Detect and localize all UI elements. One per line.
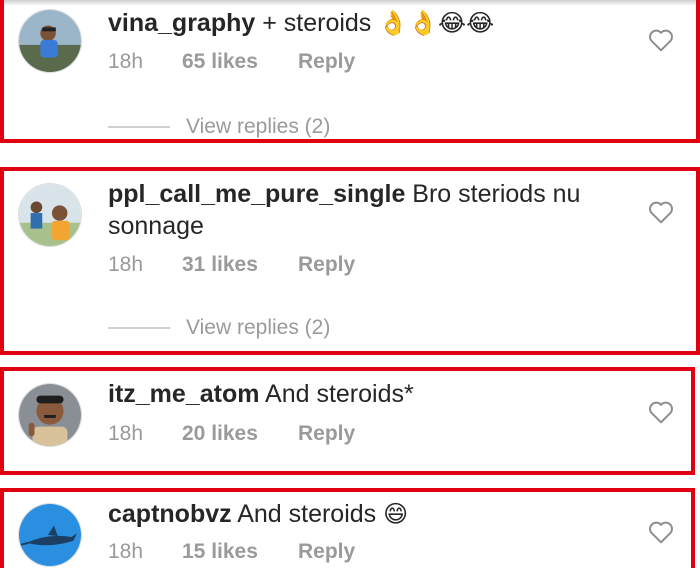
emoji-group: 😄 <box>383 501 409 529</box>
view-replies-label[interactable]: View replies (2) <box>186 316 330 340</box>
comment-meta: 18h 31 likes Reply <box>108 253 355 277</box>
heart-outline-icon[interactable] <box>648 400 674 424</box>
avatar-image <box>19 504 81 566</box>
replies-divider <box>108 126 170 128</box>
comment-meta: 18h 65 likes Reply <box>108 50 355 74</box>
replies-divider <box>108 327 170 329</box>
avatar-captnobvz[interactable] <box>18 503 82 567</box>
comment-text: itz_me_atom And steroids* <box>108 378 628 410</box>
comment-body: And steroids* <box>259 380 414 408</box>
timestamp: 18h <box>108 422 144 445</box>
reply-button[interactable]: Reply <box>298 540 355 564</box>
reply-button[interactable]: Reply <box>298 253 355 277</box>
likes-count[interactable]: 31 likes <box>182 253 298 277</box>
avatar-image <box>19 10 81 72</box>
avatar-vina-graphy[interactable] <box>18 9 82 73</box>
timestamp: 18h <box>108 540 144 563</box>
likes-count[interactable]: 65 likes <box>182 50 298 74</box>
avatar-image <box>19 384 81 446</box>
comment-body: + steroids <box>255 9 372 37</box>
view-replies[interactable]: View replies (2) <box>108 115 330 139</box>
avatar-ppl-call-me-pure-single[interactable] <box>18 183 82 247</box>
timestamp: 18h <box>108 253 144 276</box>
username[interactable]: ppl_call_me_pure_single <box>108 180 405 208</box>
comment-text: vina_graphy + steroids 👌👌😂😂 <box>108 7 628 40</box>
avatar-image <box>19 184 81 246</box>
likes-count[interactable]: 20 likes <box>182 422 298 446</box>
comment-text: captnobvz And steroids 😄 <box>108 498 628 531</box>
heart-outline-icon[interactable] <box>648 28 674 52</box>
view-replies-label[interactable]: View replies (2) <box>186 115 330 139</box>
comment-meta: 18h 20 likes Reply <box>108 422 355 446</box>
heart-outline-icon[interactable] <box>648 520 674 544</box>
comment-body: And steroids <box>231 500 377 528</box>
timestamp: 18h <box>108 50 144 73</box>
likes-count[interactable]: 15 likes <box>182 540 298 564</box>
reply-button[interactable]: Reply <box>298 50 355 74</box>
reply-button[interactable]: Reply <box>298 422 355 446</box>
emoji-group: 👌👌😂😂 <box>378 10 495 38</box>
username[interactable]: vina_graphy <box>108 9 255 37</box>
comment-text: ppl_call_me_pure_single Bro steriods nu … <box>108 178 628 242</box>
view-replies[interactable]: View replies (2) <box>108 316 330 340</box>
username[interactable]: itz_me_atom <box>108 380 259 408</box>
username[interactable]: captnobvz <box>108 500 232 528</box>
heart-outline-icon[interactable] <box>648 200 674 224</box>
avatar-itz-me-atom[interactable] <box>18 383 82 447</box>
comment-meta: 18h 15 likes Reply <box>108 540 355 564</box>
